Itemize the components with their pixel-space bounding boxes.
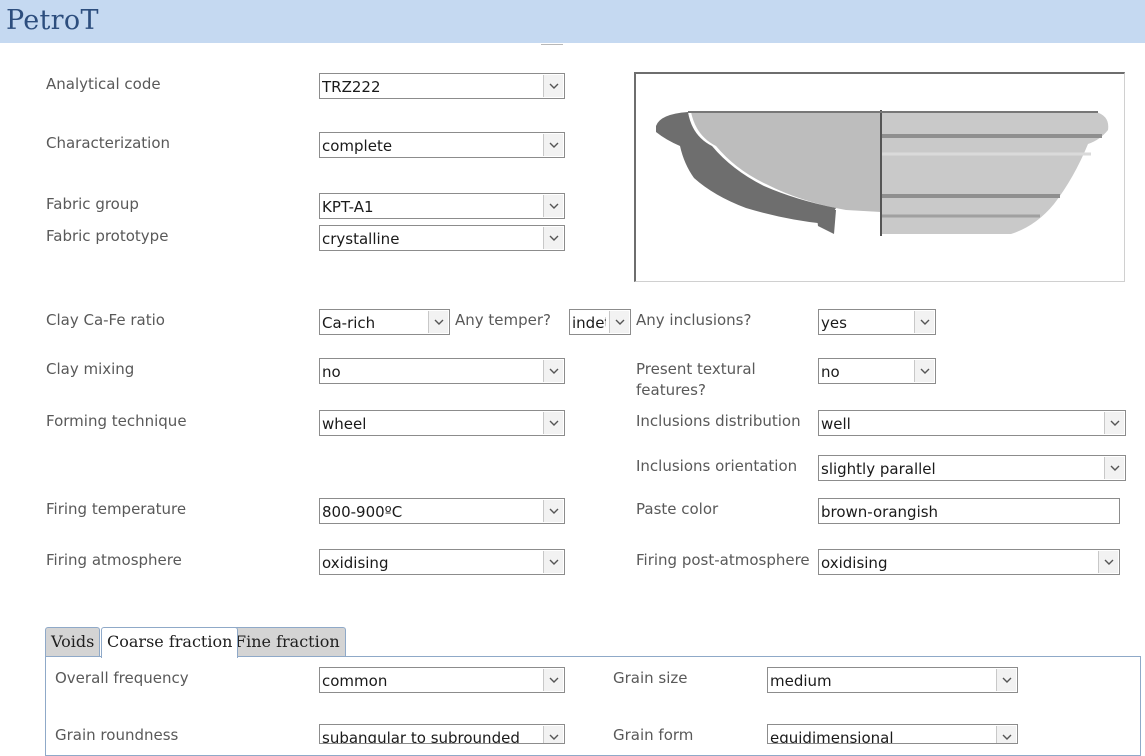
any-temper-value: indet (572, 314, 606, 332)
analytical-code-label: Analytical code (46, 75, 161, 93)
chevron-down-icon[interactable] (543, 227, 563, 249)
chevron-down-icon[interactable] (543, 669, 563, 691)
chevron-down-icon[interactable] (1098, 551, 1118, 573)
chevron-down-icon[interactable] (996, 669, 1016, 691)
forming-technique-label: Forming technique (46, 412, 187, 430)
overall-frequency-value: common (322, 672, 388, 690)
chevron-down-icon[interactable] (543, 75, 563, 97)
analytical-code-combo[interactable]: TRZ222 (319, 73, 565, 99)
tab-fine-fraction[interactable]: Fine fraction (229, 627, 346, 657)
grain-form-value: equidimensional (770, 729, 894, 744)
fabric-group-value: KPT-A1 (322, 198, 374, 216)
fabric-group-combo[interactable]: KPT-A1 (319, 193, 565, 219)
firing-temperature-value: 800-900ºC (322, 503, 403, 521)
inclusions-orientation-value: slightly parallel (821, 460, 936, 478)
firing-post-atmosphere-value: oxidising (821, 554, 888, 572)
grain-size-value: medium (770, 672, 832, 690)
chevron-down-icon[interactable] (914, 360, 934, 382)
title-bar: PetroT (0, 0, 1145, 43)
any-temper-label: Any temper? (455, 311, 552, 329)
chevron-down-icon[interactable] (543, 134, 563, 156)
grain-form-combo[interactable]: equidimensional (767, 724, 1018, 744)
present-textural-features-combo[interactable]: no (818, 358, 936, 384)
firing-atmosphere-combo[interactable]: oxidising (319, 549, 565, 575)
fabric-group-label: Fabric group (46, 195, 139, 213)
fabric-prototype-label: Fabric prototype (46, 227, 169, 245)
forming-technique-value: wheel (322, 415, 367, 433)
clay-ca-fe-ratio-label: Clay Ca-Fe ratio (46, 311, 165, 329)
characterization-value: complete (322, 137, 393, 155)
firing-atmosphere-label: Firing atmosphere (46, 551, 182, 569)
chevron-down-icon[interactable] (543, 726, 563, 743)
clay-mixing-label: Clay mixing (46, 360, 135, 378)
any-inclusions-label: Any inclusions? (636, 311, 752, 329)
app-title: PetroT (6, 5, 99, 36)
chevron-down-icon[interactable] (543, 360, 563, 382)
chevron-down-icon[interactable] (428, 311, 448, 333)
firing-atmosphere-value: oxidising (322, 554, 389, 572)
any-temper-combo[interactable]: indet (569, 309, 631, 335)
inclusions-orientation-label: Inclusions orientation (636, 457, 798, 475)
clay-ca-fe-ratio-value: Ca-rich (322, 314, 376, 332)
paste-color-field[interactable]: brown-orangish (818, 498, 1120, 524)
firing-temperature-combo[interactable]: 800-900ºC (319, 498, 565, 524)
inclusions-distribution-value: well (821, 415, 851, 433)
forming-technique-combo[interactable]: wheel (319, 410, 565, 436)
chevron-down-icon[interactable] (609, 311, 629, 333)
chevron-down-icon[interactable] (543, 195, 563, 217)
characterization-label: Characterization (46, 134, 171, 152)
chevron-down-icon[interactable] (543, 500, 563, 522)
characterization-combo[interactable]: complete (319, 132, 565, 158)
tab-coarse-fraction[interactable]: Coarse fraction (101, 627, 239, 658)
analytical-code-value: TRZ222 (322, 78, 381, 96)
overall-frequency-combo[interactable]: common (319, 667, 565, 693)
grain-roundness-combo[interactable]: subangular to subrounded (319, 724, 565, 744)
chevron-down-icon[interactable] (543, 412, 563, 434)
tab-voids[interactable]: Voids (45, 627, 101, 657)
paste-color-value: brown-orangish (821, 503, 939, 521)
present-textural-features-value: no (821, 363, 840, 381)
chevron-down-icon[interactable] (914, 311, 934, 333)
vessel-profile-drawing (656, 110, 1109, 236)
firing-temperature-label: Firing temperature (46, 500, 187, 518)
firing-post-atmosphere-combo[interactable]: oxidising (818, 549, 1120, 575)
chevron-down-icon[interactable] (543, 551, 563, 573)
inclusions-distribution-combo[interactable]: well (818, 410, 1126, 436)
grain-size-label: Grain size (613, 669, 688, 687)
any-inclusions-combo[interactable]: yes (818, 309, 936, 335)
present-textural-features-label: Present textural features? (636, 360, 756, 399)
paste-color-label: Paste color (636, 500, 719, 518)
firing-post-atmosphere-label: Firing post-atmosphere (636, 551, 810, 569)
chevron-down-icon[interactable] (1104, 457, 1124, 479)
chevron-down-icon[interactable] (1104, 412, 1124, 434)
inclusions-orientation-combo[interactable]: slightly parallel (818, 455, 1126, 481)
fabric-prototype-combo[interactable]: crystalline (319, 225, 565, 251)
overall-frequency-label: Overall frequency (55, 669, 189, 687)
grain-size-combo[interactable]: medium (767, 667, 1018, 693)
vessel-image (634, 72, 1125, 282)
clay-ca-fe-ratio-combo[interactable]: Ca-rich (319, 309, 450, 335)
grain-form-label: Grain form (613, 726, 694, 744)
any-inclusions-value: yes (821, 314, 847, 332)
scroll-indicator (541, 42, 563, 45)
chevron-down-icon[interactable] (996, 726, 1016, 743)
grain-roundness-value: subangular to subrounded (322, 729, 520, 744)
grain-roundness-label: Grain roundness (55, 726, 179, 744)
clay-mixing-combo[interactable]: no (319, 358, 565, 384)
clay-mixing-value: no (322, 363, 341, 381)
fabric-prototype-value: crystalline (322, 230, 400, 248)
inclusions-distribution-label: Inclusions distribution (636, 412, 801, 430)
